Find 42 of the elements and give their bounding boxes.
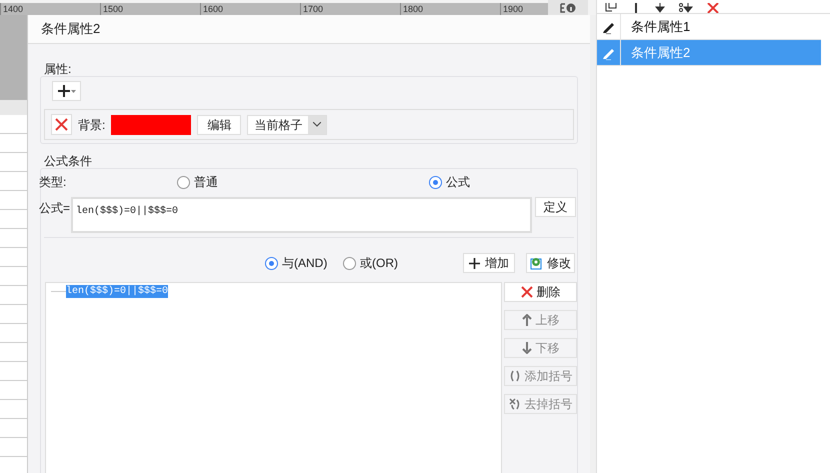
copy-icon[interactable] xyxy=(605,3,617,13)
caret-icon xyxy=(70,90,76,92)
radio-label: 与(AND) xyxy=(282,255,328,272)
property-label: 条件属性1 xyxy=(631,18,690,36)
radio-label: 公式 xyxy=(446,174,470,191)
type-label: 类型: xyxy=(39,174,68,191)
arrow-down-icon xyxy=(522,342,532,354)
radio-button[interactable] xyxy=(343,256,356,270)
plus-icon xyxy=(469,258,480,268)
info-icon[interactable] xyxy=(560,2,576,12)
radio-label: 或(OR) xyxy=(360,255,398,272)
brackets-icon xyxy=(508,370,520,382)
gear-edit-icon xyxy=(530,256,544,270)
add-button[interactable]: 增加 xyxy=(463,253,515,273)
formula-field[interactable]: len($$$)=0||$$$=0 xyxy=(71,197,532,233)
property-label: 条件属性2 xyxy=(631,44,690,62)
add-button[interactable] xyxy=(52,81,81,101)
modify-button[interactable]: 修改 xyxy=(526,253,575,273)
dialog-title: 条件属性2 xyxy=(41,20,100,38)
remove-brackets-icon xyxy=(508,398,520,410)
define-button[interactable]: 定义 xyxy=(535,197,576,217)
color-swatch[interactable] xyxy=(111,114,192,134)
group-label: 公式条件 xyxy=(44,154,93,168)
arrow-down-icon[interactable] xyxy=(655,3,665,13)
close-icon xyxy=(55,118,68,131)
move-bottom-icon[interactable] xyxy=(679,3,693,13)
chevron-down-icon xyxy=(313,122,322,127)
remove-button[interactable] xyxy=(51,114,72,135)
group-label: 属性: xyxy=(44,62,72,76)
scope-dropdown[interactable]: 当前格子 xyxy=(247,114,328,134)
radio-label: 普通 xyxy=(194,174,218,191)
radio-button[interactable] xyxy=(265,256,278,270)
side-button[interactable]: 删除 xyxy=(504,282,577,302)
radio-button[interactable] xyxy=(429,176,442,188)
close-icon[interactable] xyxy=(707,3,719,13)
sheet-bar xyxy=(0,100,27,115)
close-icon xyxy=(520,286,532,298)
edit-button[interactable]: 编辑 xyxy=(197,114,242,134)
plus-icon xyxy=(58,85,70,97)
formula-label: 公式= xyxy=(39,200,70,217)
background-label: 背景: xyxy=(78,116,106,134)
radio-button[interactable] xyxy=(177,176,190,188)
